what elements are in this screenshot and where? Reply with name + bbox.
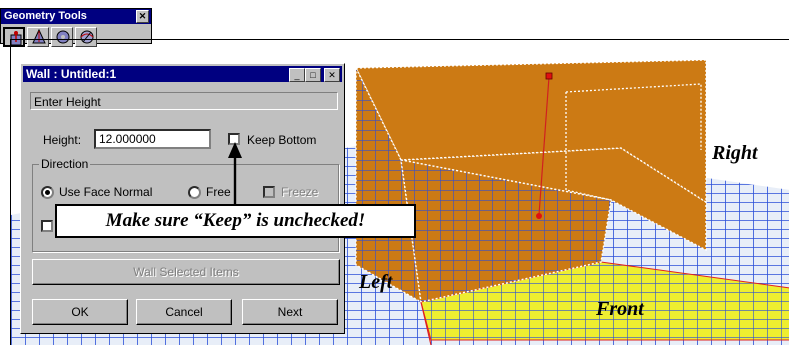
close-icon[interactable]: ✕ xyxy=(324,68,340,82)
right-view-label: Right xyxy=(712,142,758,164)
height-label: Height: xyxy=(43,133,82,147)
close-icon[interactable]: ✕ xyxy=(136,10,149,23)
status-field: Enter Height xyxy=(30,92,338,110)
ok-button[interactable]: OK xyxy=(32,299,128,325)
use-face-normal-radio[interactable] xyxy=(41,186,54,199)
wall-dialog: Wall : Untitled:1 _ □ ✕ Enter Height Hei… xyxy=(20,63,345,334)
height-handle-base[interactable] xyxy=(536,213,542,219)
freeze-checkbox[interactable] xyxy=(263,186,275,198)
geometry-tools-titlebar[interactable]: Geometry Tools ✕ xyxy=(1,9,151,24)
maximize-icon[interactable]: □ xyxy=(305,68,321,82)
use-face-normal-label: Use Face Normal xyxy=(59,185,153,199)
wall-selected-items-button[interactable]: Wall Selected Items xyxy=(32,259,340,285)
height-input[interactable]: 12.000000 xyxy=(94,129,211,149)
cancel-button[interactable]: Cancel xyxy=(136,299,232,325)
dialog-title: Wall : Untitled:1 xyxy=(26,67,117,81)
callout-note: Make sure “Keep” is unchecked! xyxy=(55,204,416,238)
left-view-label: Left xyxy=(359,271,393,293)
callout-arrow xyxy=(228,142,242,206)
direction-group-label: Direction xyxy=(39,157,91,171)
front-view-label: Front xyxy=(596,298,644,320)
direction-option-checkbox[interactable] xyxy=(41,220,53,232)
geometry-tools-title: Geometry Tools xyxy=(4,10,87,22)
height-handle-top[interactable] xyxy=(545,72,553,80)
keep-bottom-label: Keep Bottom xyxy=(247,133,317,147)
free-radio[interactable] xyxy=(188,186,201,199)
minimize-icon[interactable]: _ xyxy=(289,68,305,82)
freeze-label: Freeze xyxy=(281,185,319,199)
next-button[interactable]: Next xyxy=(242,299,338,325)
